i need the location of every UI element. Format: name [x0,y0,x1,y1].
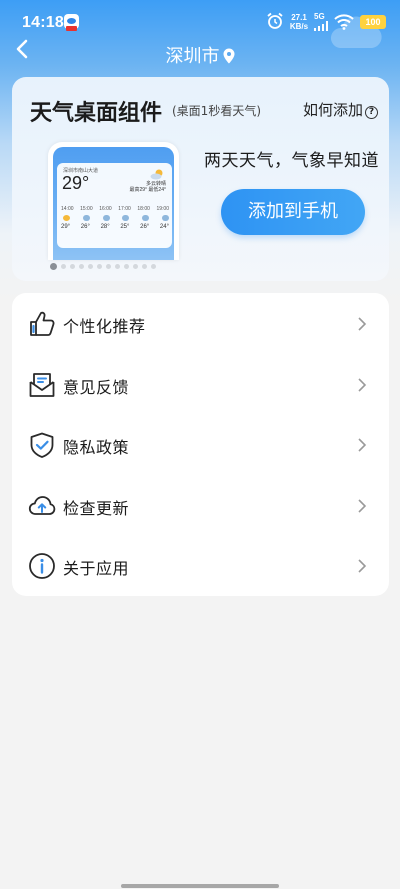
preview-hour: 17:00 [118,206,131,212]
carousel-dot[interactable] [133,263,138,269]
location-pin-icon [223,48,234,64]
carousel-dot[interactable] [88,263,93,269]
widget-promo-card: 天气桌面组件 (桌面1秒看天气) 如何添加? 深圳市南山大道 29° 多云转晴 … [12,77,389,281]
menu-item-privacy-policy[interactable]: 隐私政策 [12,415,389,475]
carousel-dot[interactable] [79,263,84,269]
wifi-icon [334,14,354,30]
carousel-dot[interactable] [106,263,111,269]
preview-temp: 26° [140,224,150,230]
chevron-right-icon [358,317,367,331]
menu-item-label: 个性化推荐 [63,317,146,336]
phone-mockup: 深圳市南山大道 29° 多云转晴 最高29° 最低24° 14:00 15:00… [48,142,179,260]
network-speed-unit: KB/s [289,22,309,31]
feedback-mail-icon [29,373,55,397]
menu-item-personalized-recommendation[interactable]: 个性化推荐 [12,294,389,354]
cloud-icon [102,215,110,221]
carousel-dot[interactable] [124,263,129,269]
add-to-phone-button[interactable]: 添加到手机 [221,189,365,235]
cloud-icon [82,215,90,221]
city-selector[interactable]: 深圳市 [0,44,400,70]
city-name: 深圳市 [165,46,220,67]
menu-item-label: 隐私政策 [63,438,130,457]
carousel-dot[interactable] [70,263,75,269]
alarm-icon [267,12,283,29]
preview-temp: 26° [80,224,90,230]
preview-hour: 16:00 [99,206,112,212]
menu-item-feedback[interactable]: 意见反馈 [12,355,389,415]
partly-cloudy-icon [150,169,163,180]
chevron-right-icon [358,559,367,573]
status-time: 14:18 [22,14,64,31]
cloud-icon [142,215,150,221]
menu-item-check-update[interactable]: 检查更新 [12,476,389,536]
network-type: 5G [314,12,325,21]
carousel-dot[interactable] [115,263,120,269]
widget-preview: 深圳市南山大道 29° 多云转晴 最高29° 最低24° 14:00 15:00… [57,163,172,248]
preview-hour: 15:00 [80,206,93,212]
shield-check-icon [30,432,54,458]
network-speed: 27.1 KB/s [288,13,310,31]
menu-item-label: 关于应用 [63,559,130,578]
menu-item-label: 意见反馈 [63,378,130,397]
preview-temp: 24° [159,224,169,230]
preview-condition: 多云转晴 最高29° 最低24° [129,181,166,193]
network-speed-value: 27.1 [291,13,307,22]
status-bar: 14:18 27.1 KB/s 5G 100 [0,0,400,44]
carousel-dots[interactable] [50,262,156,270]
question-icon: ? [365,106,379,119]
preview-temperature: 29° [62,173,90,193]
info-icon [29,553,55,579]
home-indicator[interactable] [121,884,279,888]
sun-icon [63,215,70,221]
widget-title: 天气桌面组件 [30,101,163,126]
widget-slogan: 两天天气，气象早知道 [204,151,379,171]
cloud-upload-icon [28,496,56,515]
thumbs-up-icon [30,311,55,336]
cloud-icon [161,215,169,221]
cloud-icon [122,215,130,221]
preview-range: 最高29° 最低24° [129,187,166,193]
carousel-dot[interactable] [151,263,156,269]
carousel-dot[interactable] [142,263,147,269]
chevron-right-icon [358,438,367,452]
preview-hour: 19:00 [156,206,169,212]
notification-badge [66,26,77,31]
preview-temp: 25° [120,224,130,230]
widget-subtitle: (桌面1秒看天气) [172,104,261,118]
carousel-dot[interactable] [50,262,57,270]
preview-temp: 29° [61,224,71,230]
preview-hour: 14:00 [61,206,74,212]
settings-menu: 个性化推荐 意见反馈 隐私政策 检查更新 关于应用 [12,293,389,596]
preview-hours: 14:00 15:00 16:00 17:00 18:00 19:00 [61,206,169,212]
how-to-add-label: 如何添加 [303,101,364,119]
battery-indicator: 100 [360,15,386,29]
preview-temps: 29° 26° 28° 25° 26° 24° [61,224,169,230]
preview-temp: 28° [100,224,110,230]
preview-hour: 18:00 [137,206,150,212]
menu-item-label: 检查更新 [63,499,130,518]
carousel-dot[interactable] [61,263,66,269]
chevron-right-icon [358,378,367,392]
how-to-add-link[interactable]: 如何添加? [303,99,379,120]
signal-icon [314,21,328,31]
carousel-dot[interactable] [97,263,102,269]
chevron-right-icon [358,499,367,513]
menu-item-about-app[interactable]: 关于应用 [12,536,389,596]
preview-weather-icons [63,215,169,221]
